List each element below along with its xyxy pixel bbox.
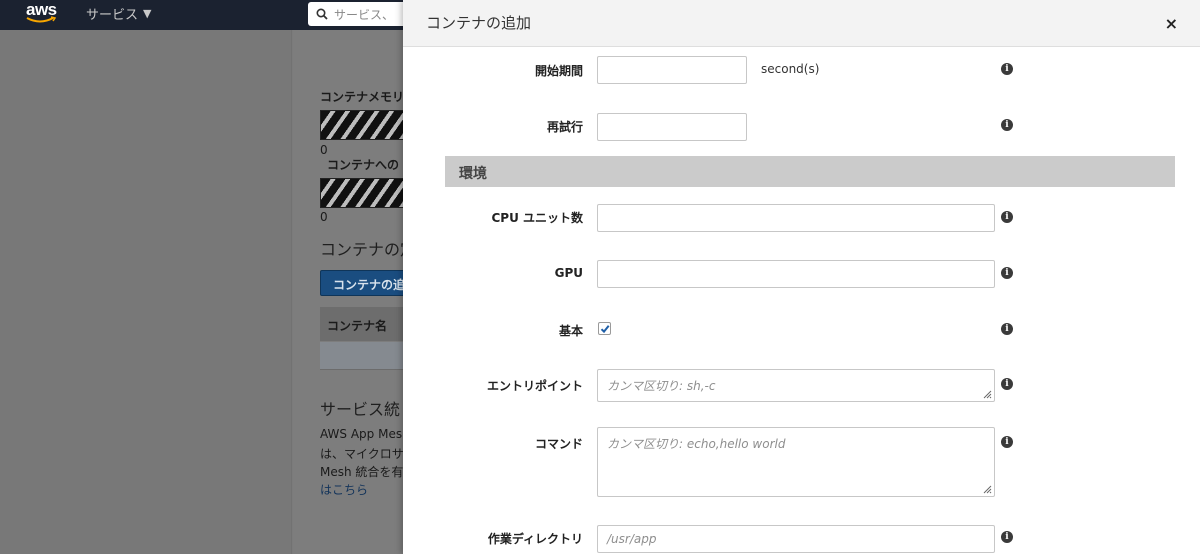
resize-handle-icon[interactable]: [983, 485, 992, 494]
working-directory-input[interactable]: /usr/app: [597, 525, 995, 553]
services-label: サービス: [86, 8, 139, 23]
modal-title: コンテナの追加: [426, 14, 532, 32]
container-cpu-label: コンテナへの: [327, 158, 400, 172]
cpu-value: 0: [320, 210, 328, 224]
entry-point-textarea[interactable]: カンマ区切り: sh,-c: [597, 369, 995, 402]
start-period-label: 開始期間: [534, 64, 583, 78]
working-directory-placeholder: /usr/app: [607, 532, 657, 546]
resize-handle-icon[interactable]: [983, 390, 992, 399]
service-search-input[interactable]: サービス、: [308, 2, 408, 26]
start-period-input[interactable]: [597, 56, 747, 84]
memory-value: 0: [320, 143, 328, 157]
learn-more-link[interactable]: はこちら: [320, 481, 368, 498]
close-icon[interactable]: ×: [1165, 14, 1178, 33]
start-period-unit: second(s): [761, 62, 820, 76]
app-mesh-text-line1: AWS App Mesh: [320, 427, 410, 441]
info-icon[interactable]: i: [1001, 531, 1013, 543]
essential-label: 基本: [558, 324, 583, 338]
info-icon[interactable]: i: [1001, 267, 1013, 279]
caret-down-icon: ▼: [143, 7, 152, 20]
container-definitions-heading: コンテナの定: [320, 240, 417, 259]
entry-point-label: エントリポイント: [486, 379, 583, 393]
add-container-modal: コンテナの追加 × 開始期間 second(s) i 再試行 i 環境 CPU …: [403, 0, 1200, 554]
table-row: [320, 342, 410, 370]
checkmark-icon: [600, 325, 610, 334]
working-directory-label: 作業ディレクトリ: [487, 532, 583, 546]
command-textarea[interactable]: カンマ区切り: echo,hello world: [597, 427, 995, 497]
service-integration-heading: サービス統: [320, 400, 401, 419]
info-icon[interactable]: i: [1001, 323, 1013, 335]
app-mesh-text-line3: Mesh 統合を有: [320, 465, 404, 479]
info-icon[interactable]: i: [1001, 436, 1013, 448]
modal-header: コンテナの追加 ×: [403, 0, 1200, 47]
background-sidebar: [0, 30, 292, 554]
gpu-label: GPU: [554, 266, 583, 280]
entry-point-placeholder: カンマ区切り: sh,-c: [607, 379, 716, 393]
essential-checkbox[interactable]: [598, 322, 611, 335]
gpu-input[interactable]: [597, 260, 995, 288]
memory-usage-bar: [320, 110, 410, 140]
retries-label: 再試行: [546, 120, 583, 134]
aws-smile-icon: [26, 16, 56, 23]
services-menu[interactable]: サービス ▼: [86, 4, 151, 23]
retries-input[interactable]: [597, 113, 747, 141]
cpu-units-input[interactable]: [597, 204, 995, 232]
app-mesh-text-line2: は、マイクロサ: [320, 447, 404, 461]
add-container-button[interactable]: コンテナの追: [320, 270, 410, 296]
environment-section-header: 環境: [445, 156, 1175, 187]
cpu-usage-bar: [320, 178, 410, 208]
info-icon[interactable]: i: [1001, 211, 1013, 223]
info-icon[interactable]: i: [1001, 119, 1013, 131]
info-icon[interactable]: i: [1001, 378, 1013, 390]
info-icon[interactable]: i: [1001, 63, 1013, 75]
search-icon: [316, 8, 328, 20]
cpu-units-label: CPU ユニット数: [491, 211, 583, 225]
command-placeholder: カンマ区切り: echo,hello world: [607, 437, 786, 451]
search-placeholder: サービス、: [334, 7, 395, 22]
command-label: コマンド: [534, 437, 583, 451]
container-memory-label: コンテナメモリ: [320, 90, 405, 104]
table-header-container-name: コンテナ名: [320, 307, 410, 341]
